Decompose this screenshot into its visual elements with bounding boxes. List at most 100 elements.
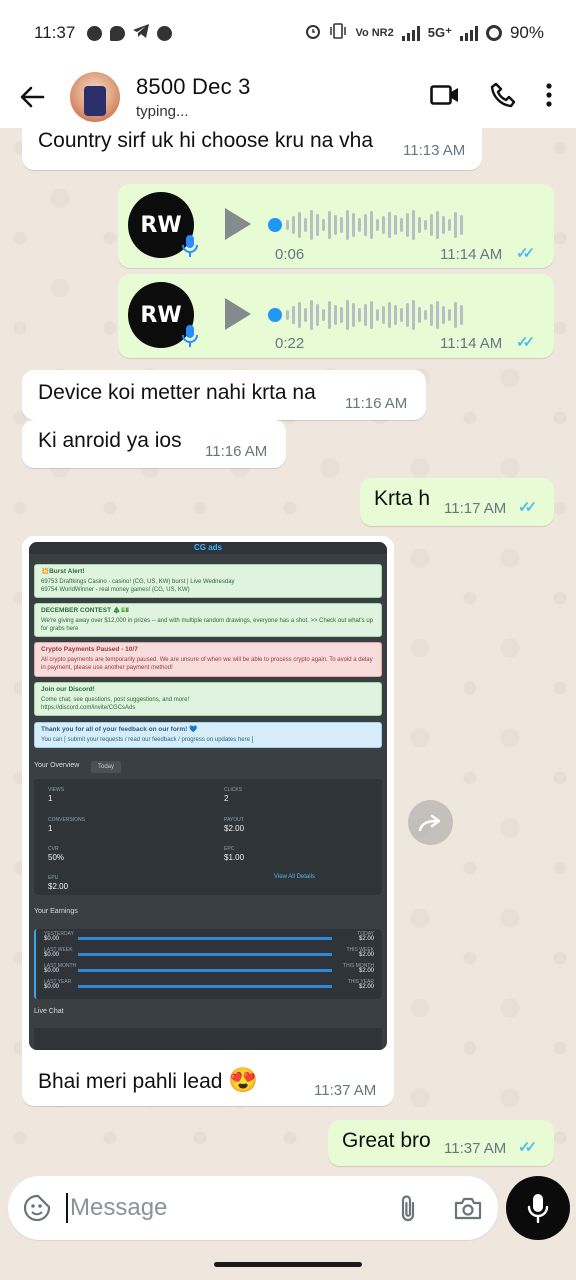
- earnings-row: LAST WEEK $0.00 THIS WEEK $2.00: [44, 947, 374, 961]
- read-receipt-icon: ✓✓: [516, 245, 535, 262]
- attach-button[interactable]: [378, 1176, 438, 1240]
- more-options-button[interactable]: [546, 82, 552, 112]
- earnings-value: $0.00: [44, 984, 60, 990]
- earnings-bar: [78, 985, 332, 988]
- stat-epu: EPU $2.00: [48, 875, 68, 891]
- waveform-bar: [400, 308, 403, 322]
- waveform-bar: [286, 220, 289, 230]
- waveform-bar: [304, 218, 307, 232]
- stat-conversions: CONVERSIONS 1: [48, 817, 85, 833]
- stat-clicks: CLICKS 2: [224, 787, 242, 803]
- waveform-bar: [352, 303, 355, 327]
- waveform-bar: [388, 302, 391, 328]
- image-caption: Bhai meri pahli lead 😍: [38, 1066, 258, 1095]
- stat-label: VIEWS: [48, 787, 65, 793]
- waveform-bar: [340, 307, 343, 323]
- message-bubble-outgoing[interactable]: Krta h 11:17 AM ✓✓: [360, 478, 554, 526]
- voice-message-outgoing[interactable]: RW 0:06 11:14 AM ✓✓: [118, 184, 554, 268]
- waveform-bar: [412, 210, 415, 240]
- chat-area[interactable]: Country sirf uk hi choose kru na vha 11:…: [0, 128, 576, 1176]
- message-text: Country sirf uk hi choose kru na vha: [38, 129, 373, 152]
- earnings-value: $0.00: [44, 952, 60, 958]
- read-receipt-icon: ✓✓: [518, 499, 537, 516]
- voice-duration: 0:22: [275, 335, 305, 352]
- waveform-bar: [460, 215, 463, 235]
- camera-icon: [454, 1197, 482, 1220]
- mic-badge-icon: [182, 325, 198, 347]
- stat-value: $2.00: [224, 824, 245, 833]
- gesture-nav-handle[interactable]: [214, 1262, 362, 1267]
- sticker-button[interactable]: [8, 1176, 66, 1240]
- earnings-value: $2.00: [358, 984, 374, 990]
- voice-seek-handle[interactable]: [268, 218, 282, 232]
- waveform-bar: [448, 219, 451, 231]
- play-button[interactable]: [225, 298, 251, 330]
- message-bubble-outgoing[interactable]: Great bro 11:37 AM ✓✓: [328, 1120, 554, 1166]
- stat-payout: PAYOUT $2.00: [224, 817, 244, 833]
- back-button[interactable]: [0, 66, 64, 128]
- waveform-bar: [346, 210, 349, 240]
- waveform-bar: [358, 308, 361, 322]
- waveform-bar: [406, 213, 409, 237]
- waveform-bar: [400, 218, 403, 232]
- voice-waveform[interactable]: [286, 298, 463, 332]
- shared-screenshot-image[interactable]: CG ads 💥Burst Alert! 69753 Draftkings Ca…: [29, 542, 387, 1050]
- contact-avatar[interactable]: [70, 72, 120, 122]
- voice-message-outgoing[interactable]: RW 0:22 11:14 AM ✓✓: [118, 274, 554, 358]
- contact-info[interactable]: 8500 Dec 3 typing...: [136, 74, 430, 120]
- message-bubble-incoming[interactable]: Country sirf uk hi choose kru na vha 11:…: [22, 128, 482, 170]
- waveform-bar: [382, 306, 385, 324]
- waveform-bar: [352, 213, 355, 237]
- alert-title: Thank you for all of your feedback on ou…: [41, 726, 198, 733]
- phone-icon: [490, 82, 516, 107]
- waveform-bar: [322, 219, 325, 231]
- screenshot-alert: Thank you for all of your feedback on ou…: [34, 722, 382, 748]
- stat-views: VIEWS 1: [48, 787, 64, 803]
- voice-seek-handle[interactable]: [268, 308, 282, 322]
- signal-icon-2: [459, 25, 478, 41]
- message-time: 11:14 AM: [440, 246, 503, 263]
- earnings-row: YESTERDAY $0.00 TODAY $2.00: [44, 931, 374, 945]
- forward-button[interactable]: [408, 800, 453, 845]
- forward-arrow-icon: [418, 814, 440, 831]
- waveform-bar: [346, 300, 349, 330]
- waveform-bar: [430, 304, 433, 326]
- waveform-bar: [454, 302, 457, 328]
- waveform-bar: [388, 212, 391, 238]
- play-button[interactable]: [225, 208, 251, 240]
- live-chat-title: Live Chat: [34, 1008, 64, 1015]
- screenshot-alert: Join our Discord! Come chat, see questio…: [34, 682, 382, 716]
- alert-line: You can [ submit your requests / read ou…: [41, 737, 254, 743]
- microphone-icon: [527, 1194, 549, 1223]
- voice-waveform[interactable]: [286, 208, 463, 242]
- waveform-bar: [328, 301, 331, 329]
- waveform-bar: [424, 310, 427, 320]
- message-bubble-incoming[interactable]: Ki anroid ya ios 11:16 AM: [22, 420, 286, 468]
- voice-record-button[interactable]: [506, 1176, 570, 1240]
- alert-title: DECEMBER CONTEST 🎄💵: [41, 607, 130, 614]
- waveform-bar: [376, 309, 379, 321]
- waveform-bar: [442, 306, 445, 324]
- waveform-bar: [292, 216, 295, 234]
- image-message-incoming[interactable]: CG ads 💥Burst Alert! 69753 Draftkings Ca…: [22, 536, 394, 1106]
- camera-button[interactable]: [438, 1176, 498, 1240]
- voice-duration: 0:06: [275, 246, 305, 263]
- paperclip-icon: [401, 1195, 415, 1222]
- waveform-bar: [436, 301, 439, 329]
- earnings-value: $2.00: [358, 952, 374, 958]
- volte-label: Vo NR2: [355, 27, 394, 39]
- waveform-bar: [298, 212, 301, 238]
- waveform-bar: [310, 300, 313, 330]
- voice-call-button[interactable]: [490, 82, 516, 113]
- overview-filter: Today: [91, 761, 121, 773]
- read-receipt-icon: ✓✓: [516, 334, 535, 351]
- chat-header: 8500 Dec 3 typing...: [0, 66, 576, 128]
- video-call-button[interactable]: [430, 84, 460, 111]
- message-time: 11:14 AM: [440, 335, 503, 352]
- arrow-back-icon: [20, 86, 45, 108]
- message-input[interactable]: Message: [66, 1193, 378, 1223]
- alarm-icon: [305, 23, 321, 44]
- message-bubble-incoming[interactable]: Device koi metter nahi krta na 11:16 AM: [22, 370, 426, 420]
- heart-eyes-emoji: 😍: [228, 1067, 259, 1094]
- stat-value: 1: [48, 824, 53, 833]
